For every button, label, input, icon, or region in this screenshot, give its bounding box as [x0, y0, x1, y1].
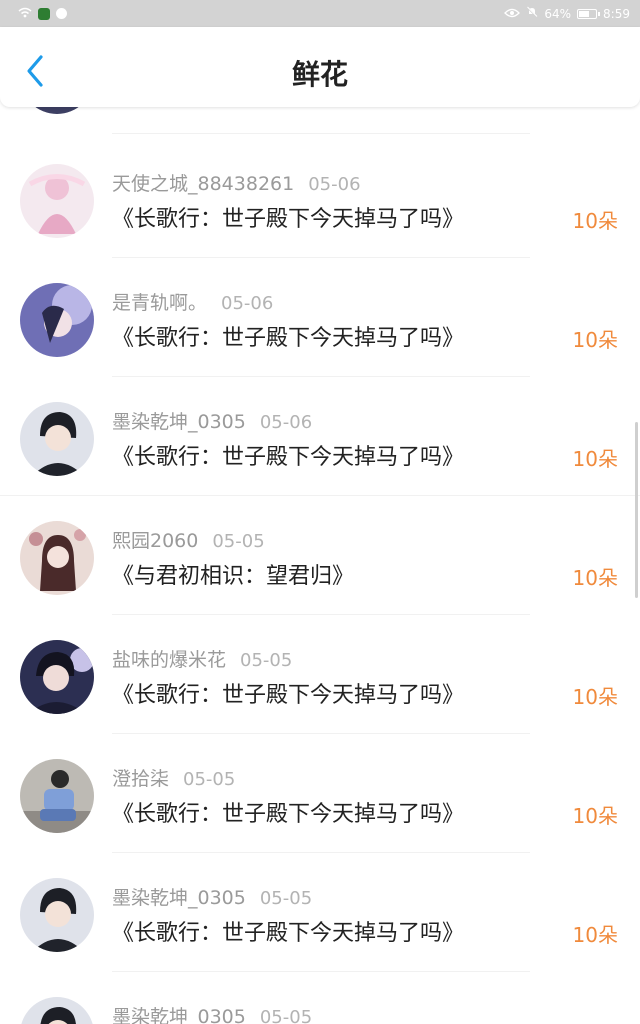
user-line: 澄拾柒 05-05: [112, 764, 235, 791]
gift-count: 10朵: [572, 685, 618, 709]
book-title[interactable]: 《长歌行：世子殿下今天掉马了吗》: [112, 677, 464, 709]
user-avatar[interactable]: [20, 640, 94, 714]
user-line: 墨染乾坤_0305 05-05: [112, 883, 312, 910]
gift-date: 05-06: [259, 412, 313, 433]
username[interactable]: 是青轨啊。: [112, 292, 207, 314]
gift-count: 10朵: [572, 447, 618, 471]
username[interactable]: 墨染乾坤_0305: [112, 411, 246, 433]
user-avatar[interactable]: [20, 878, 94, 952]
username[interactable]: 澄拾柒: [112, 768, 169, 790]
list-item[interactable]: 是青轨啊。 05-06 《长歌行：世子殿下今天掉马了吗》 10朵: [0, 258, 640, 377]
gift-count: 10朵: [572, 804, 618, 828]
gift-count: 10朵: [572, 566, 618, 590]
user-avatar[interactable]: [20, 283, 94, 357]
gift-date: 05-05: [183, 769, 236, 790]
list-item[interactable]: 墨染乾坤_0305 05-06 《长歌行：世子殿下今天掉马了吗》 10朵: [0, 377, 640, 496]
book-title[interactable]: 《长歌行：世子殿下今天掉马了吗》: [112, 320, 464, 352]
user-avatar[interactable]: [20, 759, 94, 833]
scrollbar[interactable]: [635, 422, 638, 598]
username[interactable]: 天使之城_88438261: [112, 173, 294, 195]
list-item[interactable]: 墨染乾坤_0305 05-05: [0, 972, 640, 1024]
list-item[interactable]: 澄拾柒 05-05 《长歌行：世子殿下今天掉马了吗》 10朵: [0, 734, 640, 853]
book-title[interactable]: 《长歌行：世子殿下今天掉马了吗》: [112, 796, 464, 828]
user-line: 天使之城_88438261 05-06: [112, 169, 361, 196]
book-title[interactable]: 《长歌行：世子殿下今天掉马了吗》: [112, 439, 464, 471]
top-nav-bar: 鲜花: [0, 27, 640, 107]
gift-date: 05-06: [221, 293, 274, 314]
user-avatar[interactable]: [20, 164, 94, 238]
user-line: 墨染乾坤_0305 05-06: [112, 407, 312, 434]
user-avatar[interactable]: [20, 521, 94, 595]
list-item[interactable]: 盐味的爆米花 05-05 《长歌行：世子殿下今天掉马了吗》 10朵: [0, 615, 640, 734]
user-line: 墨染乾坤_0305 05-05: [112, 1002, 312, 1024]
list-item[interactable]: 墨染乾坤_0305 05-05 《长歌行：世子殿下今天掉马了吗》 10朵: [0, 853, 640, 972]
gift-date: 05-05: [259, 888, 313, 909]
gift-count: 10朵: [572, 209, 618, 233]
user-line: 熙园2060 05-05: [112, 526, 265, 553]
list-item[interactable]: 天使之城_88438261 05-06 《长歌行：世子殿下今天掉马了吗》 10朵: [0, 139, 640, 258]
gift-date: 05-06: [308, 174, 361, 195]
list-item[interactable]: 熙园2060 05-05 《与君初相识：望君归》 10朵: [0, 496, 640, 615]
book-title[interactable]: 《长歌行：世子殿下今天掉马了吗》: [112, 915, 464, 947]
username[interactable]: 墨染乾坤_0305: [112, 887, 246, 909]
gift-count: 10朵: [572, 923, 618, 947]
gift-date: 05-05: [212, 531, 265, 552]
user-line: 是青轨啊。 05-06: [112, 288, 273, 315]
gift-count: 10朵: [572, 328, 618, 352]
user-line: 盐味的爆米花 05-05: [112, 645, 292, 672]
gift-date: 05-05: [259, 1007, 313, 1024]
user-avatar[interactable]: [20, 402, 94, 476]
gift-date: 05-05: [240, 650, 293, 671]
username[interactable]: 墨染乾坤_0305: [112, 1006, 246, 1024]
user-avatar[interactable]: [20, 997, 94, 1024]
username[interactable]: 盐味的爆米花: [112, 649, 226, 671]
book-title[interactable]: 《长歌行：世子殿下今天掉马了吗》: [112, 201, 464, 233]
list-divider: [112, 133, 530, 134]
page-title: 鲜花: [291, 58, 348, 91]
book-title[interactable]: 《与君初相识：望君归》: [112, 558, 354, 590]
username[interactable]: 熙园2060: [112, 530, 198, 552]
